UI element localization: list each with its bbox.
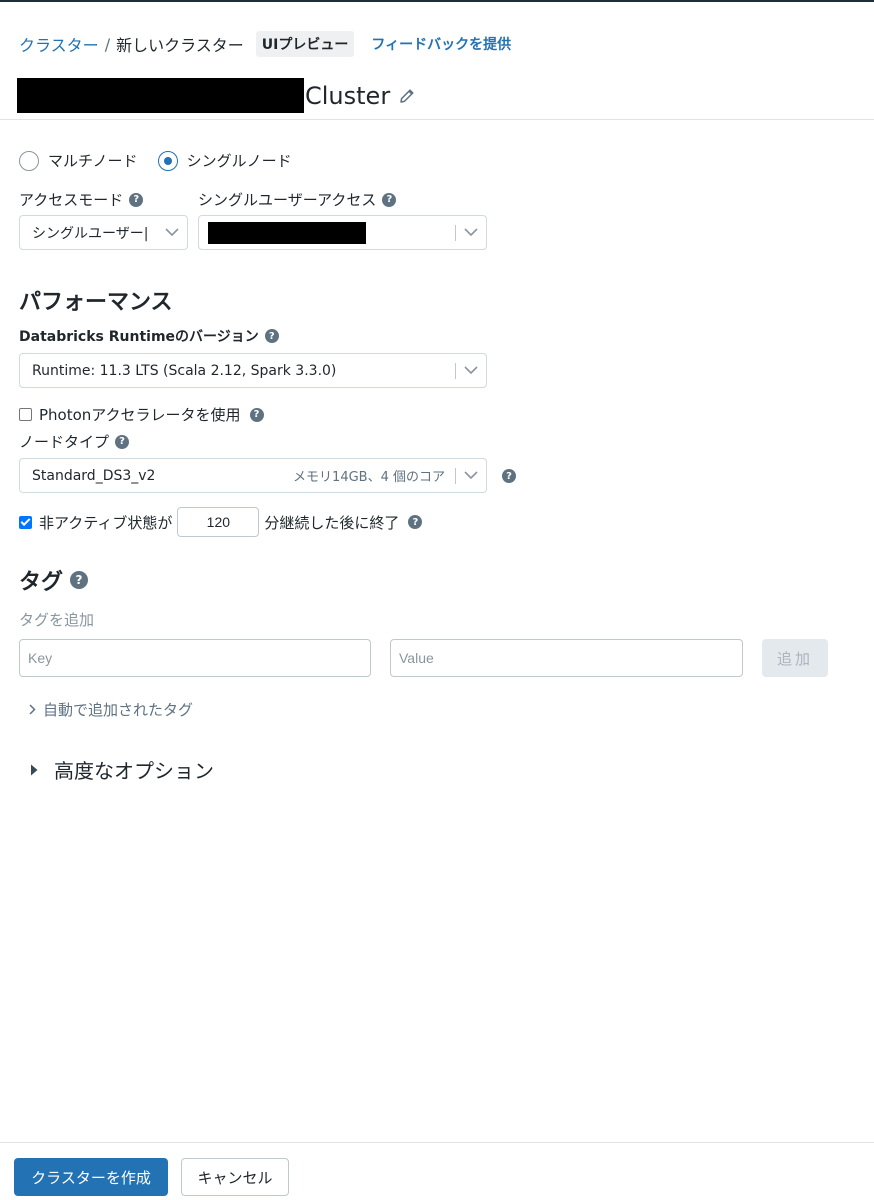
chevron-down-icon (456, 366, 486, 375)
access-mode-label: アクセスモード (19, 191, 124, 209)
chevron-down-icon (456, 471, 486, 480)
advanced-options-label: 高度なオプション (54, 759, 214, 783)
chevron-down-icon (456, 228, 486, 237)
idle-minutes-input[interactable] (177, 507, 260, 537)
help-icon[interactable]: ? (115, 434, 130, 449)
auto-terminate-checkbox[interactable] (19, 515, 32, 529)
feedback-link[interactable]: フィードバックを提供 (371, 34, 511, 54)
node-type-select[interactable]: Standard_DS3_v2 メモリ14GB、4 個のコア (19, 458, 487, 493)
cluster-name-suffix: Cluster (305, 81, 391, 110)
auto-tags-toggle[interactable]: 自動で追加されたタグ (29, 699, 193, 720)
single-user-access-label: シングルユーザーアクセス (198, 191, 377, 209)
performance-heading: パフォーマンス (19, 290, 173, 315)
ui-preview-badge: UIプレビュー (255, 31, 355, 57)
tags-heading-row: タグ ? (19, 564, 89, 596)
runtime-version-value: Runtime: 11.3 LTS (Scala 2.12, Spark 3.3… (32, 362, 337, 379)
node-type-label-row: ノードタイプ ? (19, 431, 130, 452)
auto-terminate-row: 非アクティブ状態が 分継続した後に終了 ? (19, 507, 423, 537)
photon-checkbox[interactable] (19, 408, 32, 421)
photon-row: Photonアクセラレータを使用 ? (19, 404, 264, 425)
access-mode-select[interactable]: シングルユーザー| (19, 215, 188, 250)
breadcrumb-current: 新しいクラスター (116, 36, 244, 55)
help-icon[interactable]: ? (129, 192, 144, 207)
single-node-label[interactable]: シングルノード (187, 150, 292, 171)
tag-key-input[interactable] (19, 639, 371, 677)
access-mode-label-row: アクセスモード ? (19, 189, 144, 210)
breadcrumb: クラスター / 新しいクラスター UIプレビュー フィードバックを提供 (19, 31, 511, 57)
help-icon[interactable]: ? (382, 192, 397, 207)
caret-right-icon (30, 764, 38, 776)
chevron-right-icon (29, 704, 36, 715)
header-divider (0, 119, 874, 120)
footer-divider (0, 1142, 874, 1143)
chevron-down-icon (157, 228, 187, 237)
runtime-label: Databricks Runtimeのバージョン (19, 329, 259, 345)
help-icon[interactable]: ? (502, 469, 516, 483)
idle-prefix-label: 非アクティブ状態が (39, 513, 173, 532)
node-type-label: ノードタイプ (19, 433, 110, 451)
pencil-icon[interactable] (398, 87, 416, 105)
single-user-access-select[interactable] (198, 215, 487, 250)
help-icon[interactable]: ? (264, 329, 279, 343)
help-icon[interactable]: ? (408, 515, 423, 529)
breadcrumb-separator: / (104, 34, 111, 54)
help-icon[interactable]: ? (70, 571, 89, 589)
auto-tags-label: 自動で追加されたタグ (43, 701, 194, 719)
single-user-access-label-row: シングルユーザーアクセス ? (198, 189, 397, 210)
runtime-version-select[interactable]: Runtime: 11.3 LTS (Scala 2.12, Spark 3.3… (19, 353, 487, 388)
photon-label[interactable]: Photonアクセラレータを使用 (39, 404, 241, 425)
redacted-user-name (208, 221, 366, 244)
multi-node-radio[interactable] (19, 150, 39, 171)
help-icon[interactable]: ? (249, 407, 264, 422)
breadcrumb-clusters-link[interactable]: クラスター (19, 32, 99, 56)
tag-value-input[interactable] (390, 639, 743, 677)
cluster-name-title: Cluster (17, 78, 416, 113)
access-mode-value: シングルユーザー| (32, 225, 149, 242)
redacted-cluster-name (17, 78, 304, 113)
runtime-label-row: Databricks Runtimeのバージョン ? (19, 326, 279, 346)
add-tag-button[interactable]: 追加 (762, 639, 828, 677)
node-type-value: Standard_DS3_v2 (32, 467, 156, 484)
idle-suffix-label: 分継続した後に終了 (264, 513, 400, 532)
single-node-radio[interactable] (157, 150, 178, 171)
create-cluster-button[interactable]: クラスターを作成 (14, 1158, 168, 1196)
tags-heading: タグ (19, 570, 64, 595)
top-border (0, 0, 874, 2)
cancel-button[interactable]: キャンセル (181, 1158, 289, 1196)
add-tag-label: タグを追加 (19, 611, 95, 629)
multi-node-label[interactable]: マルチノード (48, 150, 138, 171)
node-type-detail: メモリ14GB、4 個のコア (293, 470, 445, 485)
node-mode-radio-group: マルチノード シングルノード (19, 150, 312, 171)
advanced-options-toggle[interactable]: 高度なオプション (30, 755, 214, 784)
